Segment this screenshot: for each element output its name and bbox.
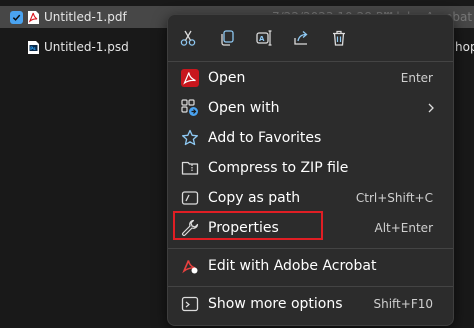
- path-icon: [180, 188, 200, 208]
- open-with-icon: [180, 98, 200, 118]
- file-explorer: Untitled-1.pdf 7/22/2023 10:28 PM Adobe …: [0, 0, 474, 328]
- share-button[interactable]: [287, 24, 315, 52]
- menu-item-shortcut: Ctrl+Shift+C: [355, 191, 433, 205]
- svg-text:A: A: [259, 35, 265, 43]
- menu-item-edit-with-acrobat[interactable]: Edit with Adobe Acrobat: [172, 251, 449, 281]
- context-menu-toolbar: A: [168, 15, 453, 61]
- copy-button[interactable]: [213, 24, 241, 52]
- rename-button[interactable]: A: [250, 24, 278, 52]
- menu-item-open[interactable]: Open Enter: [172, 63, 449, 93]
- menu-item-copy-as-path[interactable]: Copy as path Ctrl+Shift+C: [172, 183, 449, 213]
- rename-icon: A: [256, 30, 272, 46]
- menu-item-label: Add to Favorites: [208, 130, 322, 146]
- menu-item-label: Open: [208, 70, 246, 86]
- cut-button[interactable]: [174, 24, 202, 52]
- menu-item-shortcut: Shift+F10: [373, 297, 433, 311]
- file-name: Untitled-1.psd: [44, 40, 129, 54]
- chevron-right-icon: [428, 103, 434, 113]
- more-options-icon: [180, 294, 200, 314]
- menu-item-open-with[interactable]: Open with: [172, 93, 449, 123]
- menu-item-shortcut: Alt+Enter: [374, 221, 433, 235]
- menu-item-label: Edit with Adobe Acrobat: [208, 258, 377, 274]
- menu-item-label: Compress to ZIP file: [208, 160, 349, 176]
- menu-separator: [168, 61, 453, 62]
- menu-item-shortcut: Enter: [400, 71, 433, 85]
- menu-item-label: Show more options: [208, 296, 343, 312]
- acrobat-edit-icon: [180, 256, 200, 276]
- checkmark-icon: [12, 14, 21, 21]
- properties-highlight-box: [173, 211, 323, 240]
- share-icon: [294, 31, 308, 45]
- row-checkbox[interactable]: [10, 10, 23, 24]
- menu-item-compress-zip[interactable]: Compress to ZIP file: [172, 153, 449, 183]
- menu-item-label: Copy as path: [208, 190, 301, 206]
- scissors-icon: [180, 30, 196, 46]
- acrobat-icon: [180, 68, 200, 88]
- menu-separator: [168, 248, 453, 249]
- menu-separator: [168, 286, 453, 287]
- psd-file-icon: Ps: [28, 40, 39, 54]
- zip-folder-icon: [180, 158, 200, 178]
- context-menu: A Open Enter Open with Add to Favorites …: [167, 14, 454, 326]
- copy-icon: [221, 30, 234, 46]
- menu-item-label: Open with: [208, 100, 280, 116]
- svg-text:Ps: Ps: [30, 45, 36, 50]
- menu-item-show-more-options[interactable]: Show more options Shift+F10: [172, 289, 449, 319]
- trash-icon: [333, 30, 345, 46]
- pdf-file-icon: [28, 10, 39, 24]
- star-icon: [180, 128, 200, 148]
- delete-button[interactable]: [325, 24, 353, 52]
- file-name: Untitled-1.pdf: [44, 10, 127, 24]
- file-type-truncated: hop: [455, 40, 474, 54]
- menu-item-add-to-favorites[interactable]: Add to Favorites: [172, 123, 449, 153]
